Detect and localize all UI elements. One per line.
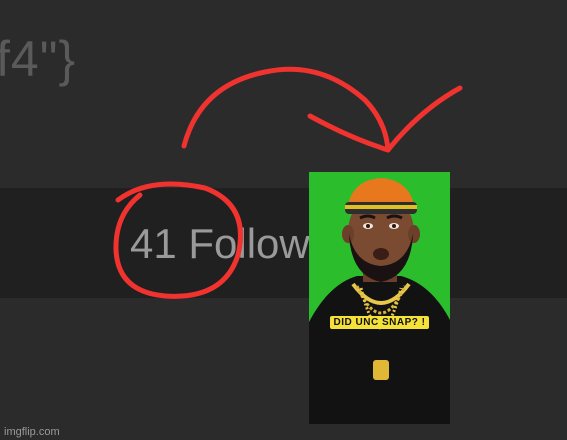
- code-snippet-text: f4"}: [0, 31, 77, 87]
- imgflip-watermark: imgflip.com: [4, 426, 60, 438]
- video-caption-text: DID UNC SNAP? !: [329, 316, 430, 329]
- annotation-arrow-shaft: [181, 66, 391, 153]
- annotation-arrow-head: [307, 85, 463, 153]
- meme-canvas: f4"} 41 Follow DID UNC SNAP? ! imgflip.c…: [0, 0, 567, 440]
- video-caption: DID UNC SNAP? !: [309, 316, 450, 329]
- man-portrait-illustration: [309, 172, 450, 424]
- followers-count[interactable]: 41 Follow: [130, 220, 310, 268]
- video-thumbnail[interactable]: DID UNC SNAP? !: [309, 172, 450, 424]
